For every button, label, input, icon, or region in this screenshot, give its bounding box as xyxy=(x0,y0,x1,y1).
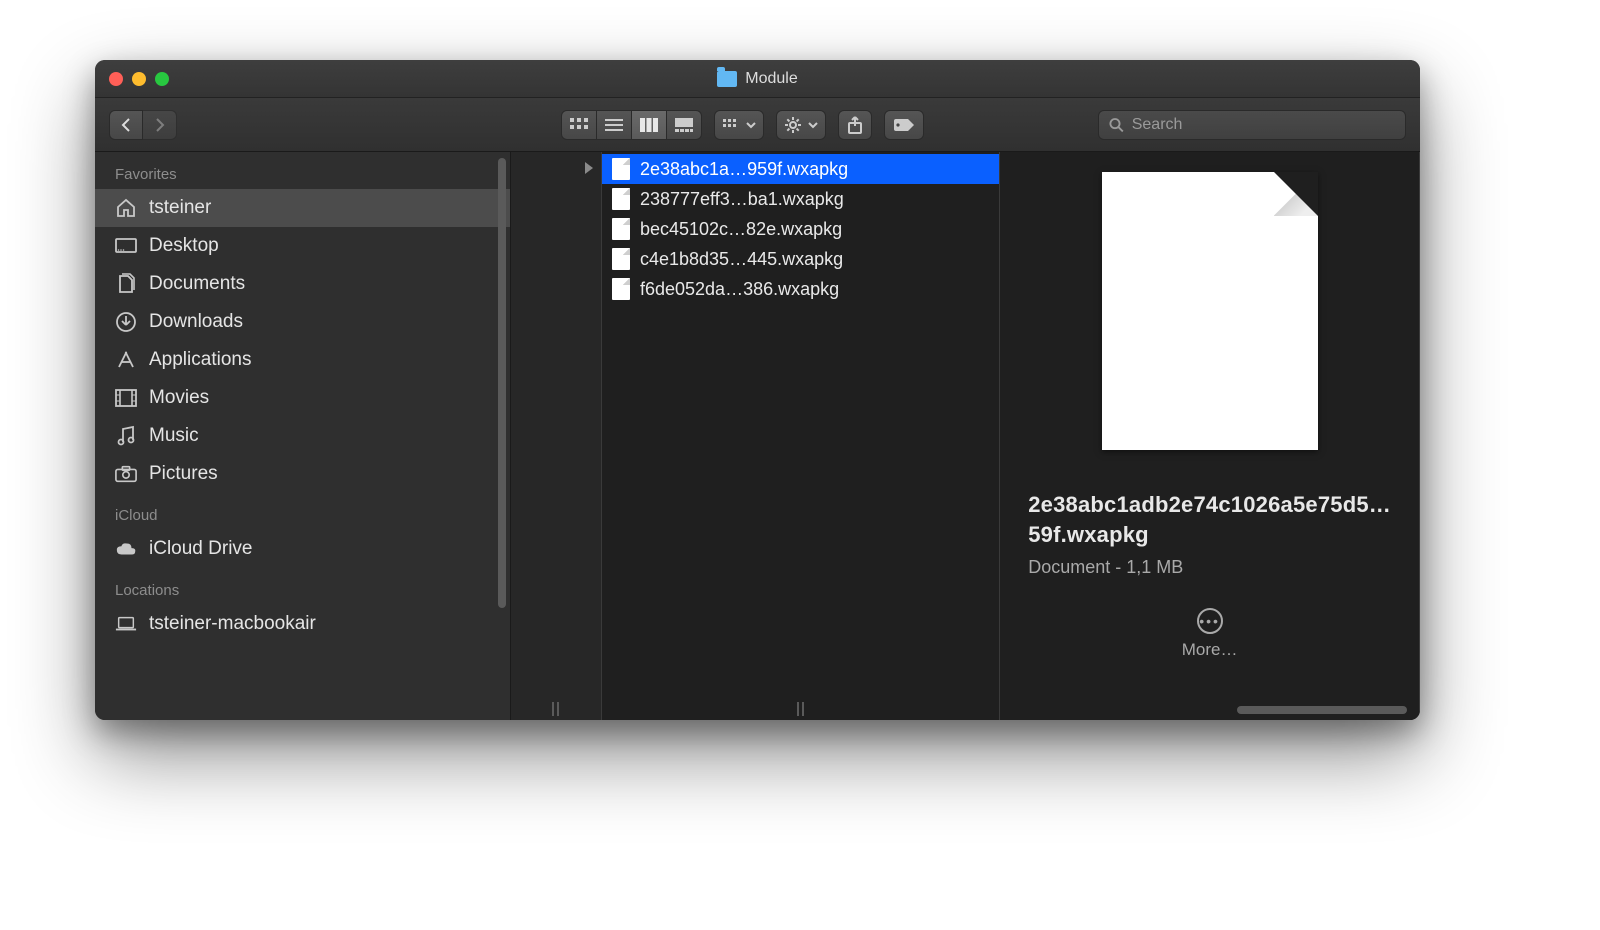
nav-forward-button[interactable] xyxy=(143,110,177,140)
window-controls xyxy=(109,72,169,86)
chevron-left-icon xyxy=(120,118,132,132)
window-title: Module xyxy=(745,70,797,88)
finder-window: Module xyxy=(95,60,1420,720)
chevron-down-icon xyxy=(745,120,757,130)
toolbar xyxy=(95,98,1420,152)
sidebar-item-label: Music xyxy=(149,425,199,447)
minimize-window-button[interactable] xyxy=(132,72,146,86)
columns-icon xyxy=(640,118,658,132)
sidebar-item-label: Desktop xyxy=(149,235,219,257)
sidebar: Favorites tsteiner Desktop Documents Downloa… xyxy=(95,152,511,720)
tag-icon xyxy=(893,118,915,132)
sidebar-item-label: iCloud Drive xyxy=(149,538,252,560)
horizontal-scrollbar[interactable] xyxy=(1237,706,1407,714)
more-label: More… xyxy=(1028,640,1391,660)
sidebar-item-movies[interactable]: Movies xyxy=(95,379,510,417)
list-icon xyxy=(605,118,623,132)
chevron-down-icon xyxy=(807,120,819,130)
document-icon xyxy=(612,188,630,210)
view-icons-button[interactable] xyxy=(561,110,597,140)
column-files: 2e38abc1a…959f.wxapkg 238777eff3…ba1.wxap… xyxy=(602,152,1000,720)
column-parent[interactable] xyxy=(511,152,602,720)
search-input[interactable] xyxy=(1132,116,1395,134)
file-row[interactable]: 238777eff3…ba1.wxapkg xyxy=(602,184,999,214)
music-icon xyxy=(115,426,137,446)
file-name: c4e1b8d35…445.wxapkg xyxy=(640,249,843,270)
more-actions-button[interactable]: ••• xyxy=(1197,608,1223,634)
sidebar-item-label: Movies xyxy=(149,387,209,409)
sidebar-item-label: tsteiner xyxy=(149,197,211,219)
documents-icon xyxy=(115,274,137,294)
preview-filename: 2e38abc1adb2e74c1026a5e75d5…59f.wxapkg xyxy=(1028,490,1391,549)
sidebar-item-label: tsteiner-macbookair xyxy=(149,613,316,635)
sidebar-item-music[interactable]: Music xyxy=(95,417,510,455)
document-icon xyxy=(612,278,630,300)
movies-icon xyxy=(115,388,137,408)
file-name: f6de052da…386.wxapkg xyxy=(640,279,839,300)
preview-pane: 2e38abc1adb2e74c1026a5e75d5…59f.wxapkg D… xyxy=(1000,152,1420,720)
file-row[interactable]: bec45102c…82e.wxapkg xyxy=(602,214,999,244)
sidebar-section-title: Favorites xyxy=(95,152,510,189)
file-name: 2e38abc1a…959f.wxapkg xyxy=(640,159,848,180)
sidebar-item-pictures[interactable]: Pictures xyxy=(95,455,510,493)
gear-icon xyxy=(785,117,801,133)
downloads-icon xyxy=(115,312,137,332)
sidebar-section-title: Locations xyxy=(95,568,510,605)
sidebar-item-applications[interactable]: Applications xyxy=(95,341,510,379)
view-columns-button[interactable] xyxy=(632,110,667,140)
view-gallery-button[interactable] xyxy=(667,110,702,140)
file-row[interactable]: f6de052da…386.wxapkg xyxy=(602,274,999,304)
sidebar-scrollbar[interactable] xyxy=(498,158,506,608)
chevron-right-icon xyxy=(585,162,593,174)
columns-area: 2e38abc1a…959f.wxapkg 238777eff3…ba1.wxap… xyxy=(511,152,1420,720)
titlebar: Module xyxy=(95,60,1420,98)
document-icon xyxy=(612,158,630,180)
file-name: bec45102c…82e.wxapkg xyxy=(640,219,842,240)
group-by-button[interactable] xyxy=(714,110,764,140)
sidebar-item-tsteiner[interactable]: tsteiner xyxy=(95,189,510,227)
zoom-window-button[interactable] xyxy=(155,72,169,86)
view-list-button[interactable] xyxy=(597,110,632,140)
nav-back-button[interactable] xyxy=(109,110,143,140)
cloud-icon xyxy=(115,539,137,559)
grid-small-icon xyxy=(723,119,739,131)
document-icon xyxy=(612,218,630,240)
sidebar-item-documents[interactable]: Documents xyxy=(95,265,510,303)
sidebar-item-icloud-drive[interactable]: iCloud Drive xyxy=(95,530,510,568)
preview-thumbnail xyxy=(1102,172,1318,450)
applications-icon xyxy=(115,350,137,370)
sidebar-item-label: Downloads xyxy=(149,311,243,333)
preview-metadata: Document - 1,1 MB xyxy=(1028,557,1391,578)
close-window-button[interactable] xyxy=(109,72,123,86)
pictures-icon xyxy=(115,464,137,484)
grid-icon xyxy=(570,118,588,132)
document-icon xyxy=(612,248,630,270)
search-field[interactable] xyxy=(1098,110,1406,140)
share-button[interactable] xyxy=(838,110,872,140)
sidebar-item-label: Pictures xyxy=(149,463,218,485)
share-icon xyxy=(848,116,862,134)
desktop-icon xyxy=(115,236,137,256)
sidebar-item-tsteiner-macbookair[interactable]: tsteiner-macbookair xyxy=(95,605,510,643)
folder-icon xyxy=(717,71,737,87)
sidebar-item-label: Applications xyxy=(149,349,251,371)
gallery-icon xyxy=(675,118,693,132)
sidebar-item-label: Documents xyxy=(149,273,245,295)
search-icon xyxy=(1109,117,1124,133)
sidebar-item-downloads[interactable]: Downloads xyxy=(95,303,510,341)
file-row[interactable]: c4e1b8d35…445.wxapkg xyxy=(602,244,999,274)
file-name: 238777eff3…ba1.wxapkg xyxy=(640,189,844,210)
sidebar-item-desktop[interactable]: Desktop xyxy=(95,227,510,265)
column-resize-handle[interactable] xyxy=(795,700,807,716)
laptop-icon xyxy=(115,614,137,634)
sidebar-section-title: iCloud xyxy=(95,493,510,530)
chevron-right-icon xyxy=(154,118,166,132)
file-row[interactable]: 2e38abc1a…959f.wxapkg xyxy=(602,154,999,184)
column-resize-handle[interactable] xyxy=(550,700,562,716)
home-icon xyxy=(115,198,137,218)
action-menu-button[interactable] xyxy=(776,110,826,140)
tags-button[interactable] xyxy=(884,110,924,140)
